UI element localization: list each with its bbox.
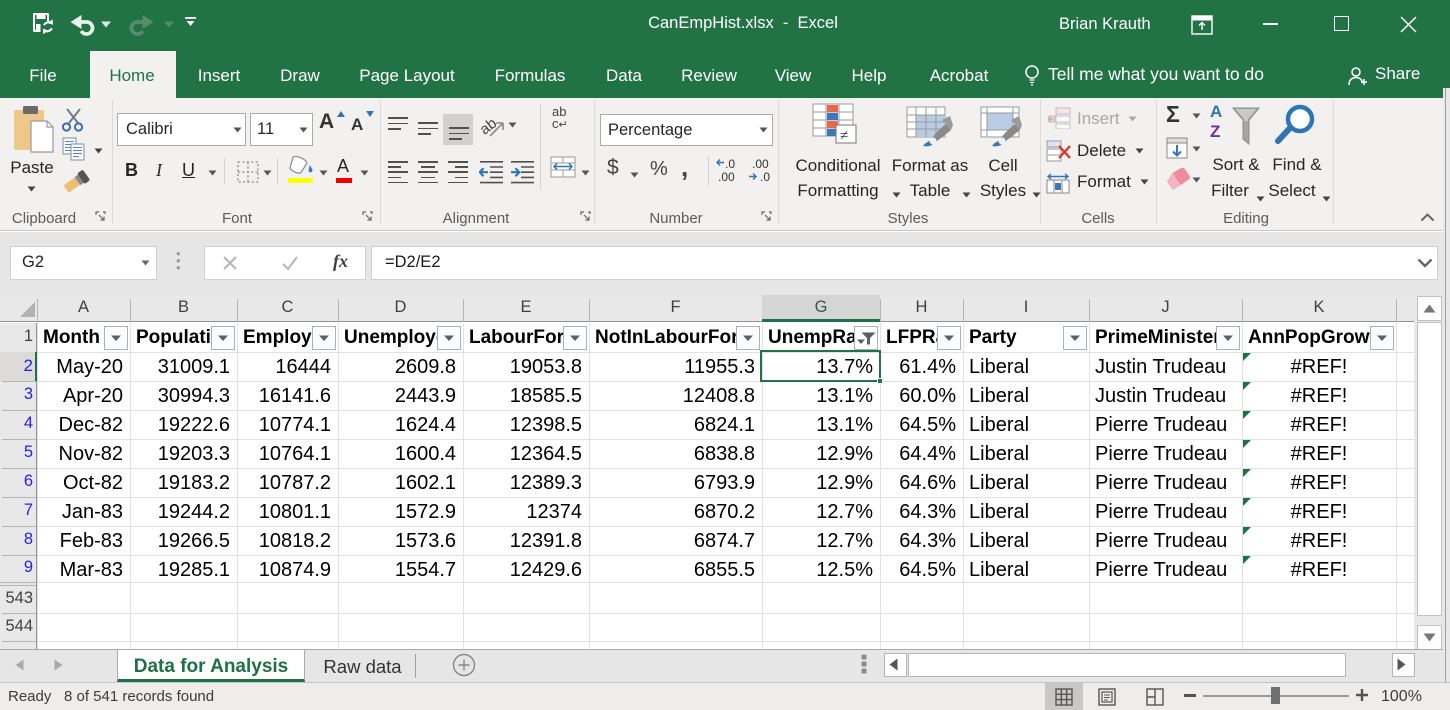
svg-text:≠: ≠: [840, 128, 848, 144]
svg-text:.00: .00: [752, 157, 769, 171]
svg-text:.00: .00: [718, 170, 735, 184]
svg-text:.0: .0: [725, 157, 735, 171]
